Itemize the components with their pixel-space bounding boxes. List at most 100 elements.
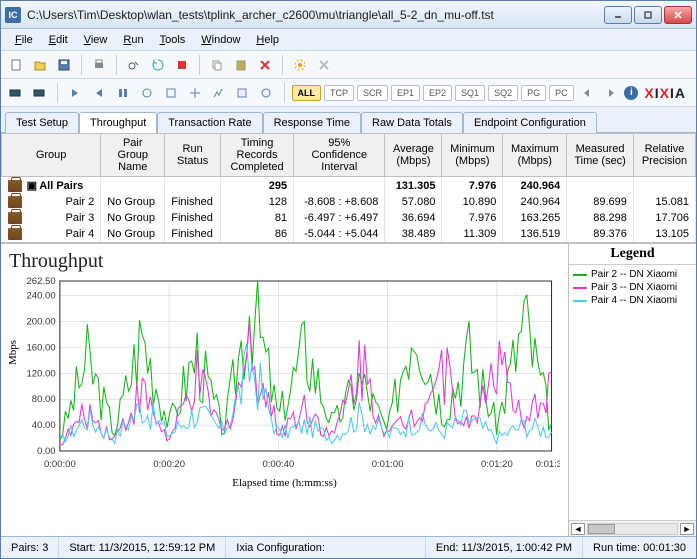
scroll-track[interactable] bbox=[587, 523, 678, 535]
menu-view[interactable]: View bbox=[76, 32, 116, 48]
legend-swatch bbox=[573, 274, 587, 276]
nav8-icon[interactable] bbox=[232, 82, 253, 104]
menu-edit[interactable]: Edit bbox=[41, 32, 76, 48]
nav4-icon[interactable] bbox=[136, 82, 157, 104]
arrow-left-icon[interactable] bbox=[577, 82, 598, 104]
close-button[interactable] bbox=[664, 6, 692, 24]
nav6-icon[interactable] bbox=[184, 82, 205, 104]
mode-sq1[interactable]: SQ1 bbox=[455, 85, 485, 101]
tab-transaction-rate[interactable]: Transaction Rate bbox=[157, 112, 262, 133]
paste-icon[interactable] bbox=[230, 54, 252, 76]
col-pair-group[interactable]: Pair Group Name bbox=[101, 134, 165, 177]
tab-raw-data-totals[interactable]: Raw Data Totals bbox=[361, 112, 463, 133]
new-icon[interactable] bbox=[5, 54, 27, 76]
mode-all[interactable]: ALL bbox=[292, 85, 322, 101]
results-table: Group Pair Group Name Run Status Timing … bbox=[1, 133, 696, 242]
col-group[interactable]: Group bbox=[2, 134, 101, 177]
table-row[interactable]: Pair 2 No GroupFinished128-8.608 : +8.60… bbox=[2, 194, 696, 210]
scroll-thumb[interactable] bbox=[588, 524, 615, 534]
menu-tools[interactable]: Tools bbox=[152, 32, 194, 48]
minimize-button[interactable] bbox=[604, 6, 632, 24]
mode-scr[interactable]: SCR bbox=[357, 85, 388, 101]
nav3-icon[interactable] bbox=[112, 82, 133, 104]
legend-item[interactable]: Pair 4 -- DN Xiaomi bbox=[573, 295, 692, 306]
tab-response-time[interactable]: Response Time bbox=[263, 112, 361, 133]
toolbar-modes: ALL TCP SCR EP1 EP2 SQ1 SQ2 PG PC i XIXI… bbox=[1, 79, 696, 107]
toolbar-main bbox=[1, 51, 696, 79]
legend-label: Pair 2 -- DN Xiaomi bbox=[591, 269, 677, 280]
scroll-left-icon[interactable]: ◄ bbox=[571, 523, 585, 535]
summary-avg: 131.305 bbox=[385, 177, 442, 195]
tab-test-setup[interactable]: Test Setup bbox=[5, 112, 79, 133]
cycle-icon[interactable] bbox=[147, 54, 169, 76]
separator-icon bbox=[199, 55, 200, 75]
status-bar: Pairs: 3 Start: 11/3/2015, 12:59:12 PM I… bbox=[1, 536, 696, 558]
col-min[interactable]: Minimum (Mbps) bbox=[442, 134, 503, 177]
mode-tcp[interactable]: TCP bbox=[324, 85, 354, 101]
legend-panel: Legend Pair 2 -- DN Xiaomi Pair 3 -- DN X… bbox=[568, 244, 696, 536]
col-prec[interactable]: Relative Precision bbox=[633, 134, 695, 177]
svg-text:262.50: 262.50 bbox=[26, 277, 55, 287]
title-bar[interactable]: IC C:\Users\Tim\Desktop\wlan_tests\tplin… bbox=[1, 1, 696, 29]
menu-file[interactable]: File bbox=[7, 32, 41, 48]
tab-throughput[interactable]: Throughput bbox=[79, 112, 157, 133]
pair-icon bbox=[8, 212, 22, 224]
run-icon[interactable] bbox=[123, 54, 145, 76]
svg-text:40.00: 40.00 bbox=[32, 421, 56, 431]
settings-icon[interactable] bbox=[289, 54, 311, 76]
col-avg[interactable]: Average (Mbps) bbox=[385, 134, 442, 177]
table-row[interactable]: Pair 4 No GroupFinished86-5.044 : +5.044… bbox=[2, 226, 696, 242]
maximize-button[interactable] bbox=[634, 6, 662, 24]
save-icon[interactable] bbox=[53, 54, 75, 76]
mode-sq2[interactable]: SQ2 bbox=[488, 85, 518, 101]
tab-bar: Test Setup Throughput Transaction Rate R… bbox=[1, 107, 696, 133]
arrow-right-icon[interactable] bbox=[600, 82, 621, 104]
chart-plot[interactable]: Mbps 262.50240.00200.00160.00120.0080.00… bbox=[9, 275, 560, 475]
stop-icon[interactable] bbox=[171, 54, 193, 76]
nav5-icon[interactable] bbox=[160, 82, 181, 104]
legend-label: Pair 4 -- DN Xiaomi bbox=[591, 295, 677, 306]
results-table-wrap: Group Pair Group Name Run Status Timing … bbox=[1, 133, 696, 243]
nav2-icon[interactable] bbox=[89, 82, 110, 104]
mode-ep2[interactable]: EP2 bbox=[423, 85, 452, 101]
device2-icon[interactable] bbox=[29, 82, 50, 104]
svg-text:0:01:00: 0:01:00 bbox=[372, 460, 404, 470]
mode-pc[interactable]: PC bbox=[549, 85, 574, 101]
mode-ep1[interactable]: EP1 bbox=[391, 85, 420, 101]
table-row[interactable]: Pair 3 No GroupFinished81-6.497 : +6.497… bbox=[2, 210, 696, 226]
menu-window[interactable]: Window bbox=[193, 32, 248, 48]
menu-help[interactable]: Help bbox=[248, 32, 287, 48]
scroll-right-icon[interactable]: ► bbox=[680, 523, 694, 535]
brand-logo: XIXIA bbox=[644, 85, 686, 101]
svg-text:160.00: 160.00 bbox=[26, 343, 55, 353]
table-summary-row[interactable]: ▣ All Pairs 295 131.305 7.976 240.964 bbox=[2, 177, 696, 195]
tab-endpoint-configuration[interactable]: Endpoint Configuration bbox=[463, 112, 597, 133]
summary-min: 7.976 bbox=[442, 177, 503, 195]
device1-icon[interactable] bbox=[5, 82, 26, 104]
legend-title: Legend bbox=[569, 244, 696, 265]
nav1-icon[interactable] bbox=[65, 82, 86, 104]
app-icon: IC bbox=[5, 7, 21, 23]
col-max[interactable]: Maximum (Mbps) bbox=[503, 134, 567, 177]
chart-panel: Throughput Mbps 262.50240.00200.00160.00… bbox=[1, 244, 568, 536]
separator-icon bbox=[282, 55, 283, 75]
print-icon[interactable] bbox=[88, 54, 110, 76]
open-icon[interactable] bbox=[29, 54, 51, 76]
window-title: C:\Users\Tim\Desktop\wlan_tests\tplink_a… bbox=[27, 8, 604, 22]
nav7-icon[interactable] bbox=[208, 82, 229, 104]
copy-icon[interactable] bbox=[206, 54, 228, 76]
menu-run[interactable]: Run bbox=[115, 32, 151, 48]
delete-icon[interactable] bbox=[254, 54, 276, 76]
col-timing[interactable]: Timing Records Completed bbox=[220, 134, 293, 177]
legend-item[interactable]: Pair 3 -- DN Xiaomi bbox=[573, 282, 692, 293]
legend-item[interactable]: Pair 2 -- DN Xiaomi bbox=[573, 269, 692, 280]
col-run-status[interactable]: Run Status bbox=[165, 134, 221, 177]
mode-pg[interactable]: PG bbox=[521, 85, 546, 101]
nav9-icon[interactable] bbox=[256, 82, 277, 104]
nodelete-icon[interactable] bbox=[313, 54, 335, 76]
col-time[interactable]: Measured Time (sec) bbox=[567, 134, 634, 177]
info-icon[interactable]: i bbox=[624, 86, 638, 100]
legend-scrollbar[interactable]: ◄ ► bbox=[569, 520, 696, 536]
group-icon bbox=[8, 180, 22, 192]
col-ci[interactable]: 95% Confidence Interval bbox=[294, 134, 385, 177]
